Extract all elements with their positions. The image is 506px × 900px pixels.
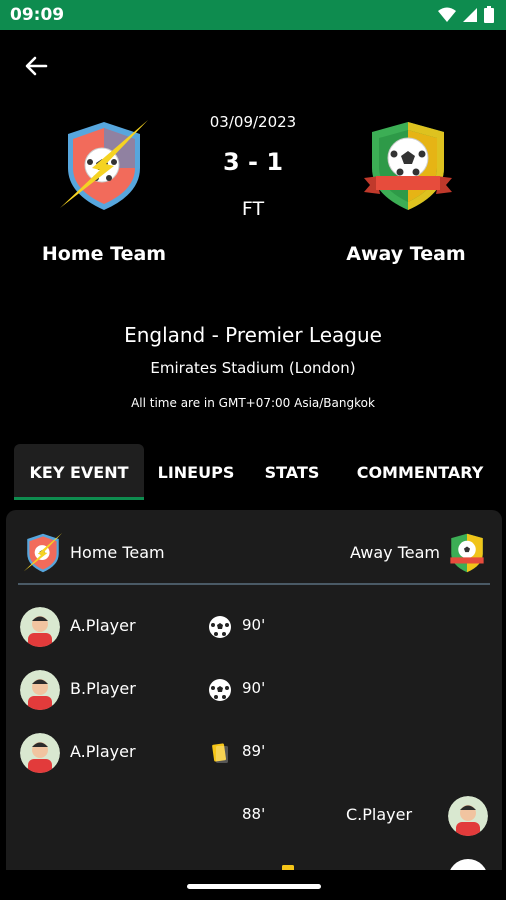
- tab-commentary[interactable]: COMMENTARY: [340, 444, 500, 500]
- home-team-logo-small: [22, 532, 64, 574]
- home-team-logo: [56, 118, 152, 214]
- stadium-name: Emirates Stadium (London): [150, 359, 356, 377]
- status-icons: [438, 6, 494, 23]
- player-avatar: [20, 607, 60, 647]
- divider: [18, 583, 490, 585]
- event-minute: 88': [242, 805, 266, 823]
- home-team-name: Home Team: [41, 243, 167, 265]
- system-nav-bar: [0, 870, 506, 900]
- key-events-panel: Home Team Away Team A.Player 90' B.Playe…: [6, 510, 502, 880]
- away-team-name: Away Team: [346, 243, 466, 265]
- timezone-note: All time are in GMT+07:00 Asia/Bangkok: [131, 396, 375, 410]
- tab-stats[interactable]: STATS: [254, 444, 330, 500]
- yellow-card-icon: [212, 743, 228, 763]
- tab-key-event[interactable]: KEY EVENT: [14, 444, 144, 500]
- match-status: FT: [241, 198, 265, 220]
- panel-away-team-name: Away Team: [349, 543, 440, 562]
- event-row[interactable]: A.Player 90': [6, 602, 502, 652]
- event-row[interactable]: A.Player 89': [6, 728, 502, 778]
- event-minute: 89': [242, 742, 266, 760]
- wifi-icon: [438, 7, 456, 22]
- player-avatar: [20, 733, 60, 773]
- tab-lineups[interactable]: LINEUPS: [148, 444, 244, 500]
- away-team-logo: [360, 118, 456, 214]
- home-gesture-handle[interactable]: [187, 884, 321, 889]
- event-minute: 90': [242, 679, 266, 697]
- goal-ball-icon: [209, 616, 231, 638]
- player-name: A.Player: [70, 616, 136, 635]
- goal-ball-icon: [209, 679, 231, 701]
- event-minute: 90': [242, 616, 266, 634]
- match-score: 3 - 1: [222, 148, 284, 176]
- back-button[interactable]: [20, 50, 52, 82]
- away-team-logo-small: [446, 532, 488, 574]
- battery-icon: [484, 6, 494, 23]
- status-time: 09:09: [10, 5, 65, 25]
- panel-home-team-name: Home Team: [70, 543, 165, 562]
- player-avatar: [448, 796, 488, 836]
- event-row[interactable]: B.Player 90': [6, 665, 502, 715]
- match-date: 03/09/2023: [209, 113, 297, 131]
- player-name: C.Player: [346, 805, 413, 824]
- arrow-left-icon: [25, 56, 48, 76]
- signal-icon: [463, 7, 477, 22]
- tab-bar: KEY EVENT LINEUPS STATS COMMENTARY: [14, 444, 506, 500]
- league-title: England - Premier League: [124, 323, 382, 347]
- player-avatar: [20, 670, 60, 710]
- player-name: B.Player: [70, 679, 136, 698]
- event-row[interactable]: 88' C.Player: [6, 791, 502, 841]
- status-bar: 09:09: [0, 0, 506, 30]
- player-name: A.Player: [70, 742, 136, 761]
